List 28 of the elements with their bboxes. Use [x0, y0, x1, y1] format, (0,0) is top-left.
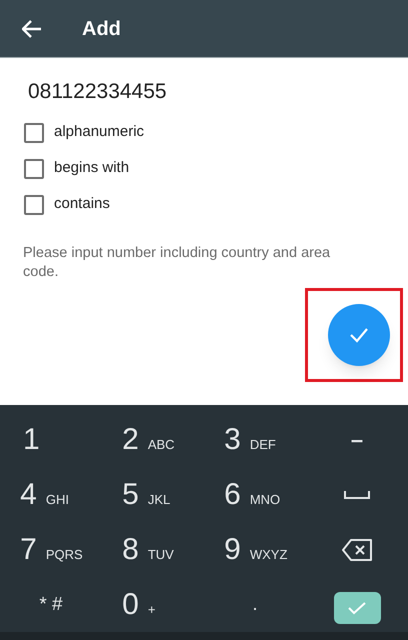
number-field[interactable]: 081122334455 [28, 76, 368, 108]
key-button[interactable]: 1 [6, 425, 96, 456]
checkbox-label: contains [54, 194, 110, 214]
key-button[interactable]: . [210, 595, 300, 614]
checkbox[interactable] [24, 122, 44, 142]
checkbox[interactable] [24, 158, 44, 178]
checkbox[interactable] [24, 194, 44, 214]
space-key[interactable] [344, 491, 370, 500]
hint-text: Please input number including country and area code. [23, 244, 332, 282]
checkbox-label: alphanumeric [54, 122, 144, 142]
key-button[interactable]: 8 TUV [108, 534, 198, 565]
back-arrow-icon [22, 20, 42, 38]
key-button[interactable]: 3 DEF [210, 425, 300, 456]
key-button[interactable]: 5 JKL [108, 480, 198, 510]
key-button[interactable]: 2 ABC [108, 425, 198, 456]
key-button[interactable]: * # [6, 595, 96, 614]
check-icon [347, 600, 367, 615]
done-key[interactable] [334, 592, 380, 624]
checkbox-label: begins with [54, 158, 130, 178]
key-button[interactable]: 4 GHI [6, 480, 96, 510]
key-button[interactable]: 7 PQRS [6, 534, 96, 565]
check-icon [349, 327, 369, 343]
screen-title: Add [82, 16, 121, 42]
key-button[interactable]: 9 WXYZ [210, 534, 300, 565]
backspace-key[interactable] [342, 538, 372, 561]
key-button[interactable]: – [312, 429, 402, 452]
key-button[interactable]: 0 + [108, 590, 198, 620]
key-button[interactable]: 6 MNO [210, 480, 300, 510]
